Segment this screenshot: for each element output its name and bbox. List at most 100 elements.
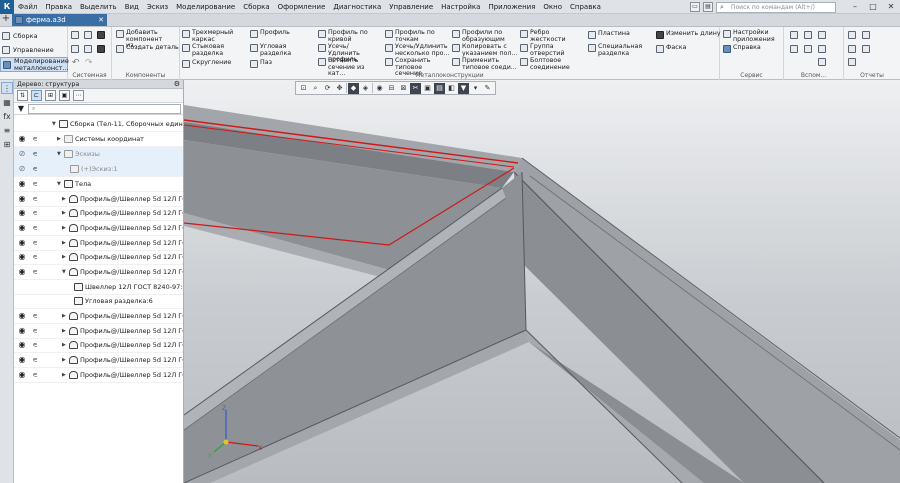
new-document-icon[interactable] bbox=[71, 31, 79, 39]
tab-close-icon[interactable]: ✕ bbox=[98, 14, 104, 26]
exclude-icon[interactable]: ∊ bbox=[31, 150, 39, 158]
tree-row-profile[interactable]: ◉ ∊ ▶ Профиль@/Швеллер 5d 12Л ГОС bbox=[14, 324, 183, 339]
document-tab[interactable]: ферма.a3d ✕ bbox=[12, 14, 107, 26]
trim-multi-button[interactable]: Усечь/Удлинить несколько про... bbox=[385, 43, 451, 57]
perspective-icon[interactable]: ⊠ bbox=[398, 83, 409, 94]
save-all-icon[interactable] bbox=[97, 45, 105, 53]
window-tile-icon[interactable]: ▭ bbox=[690, 2, 700, 12]
menu-applications[interactable]: Приложения bbox=[484, 0, 539, 14]
maximize-button[interactable]: □ bbox=[864, 0, 882, 14]
tree-row-profile[interactable]: ◉ ∊ ▶ Профиль@/Швеллер 5d 12Л ГОС bbox=[14, 192, 183, 207]
window-layout-icon[interactable]: ▤ bbox=[703, 2, 713, 12]
open-folder-icon[interactable] bbox=[84, 31, 92, 39]
tree-row-sketch-1[interactable]: ⊘ ∊ (+)Эскиз:1 bbox=[14, 162, 183, 177]
expand-arrow-icon[interactable]: ▶ bbox=[62, 210, 67, 216]
hole-group-button[interactable]: Группа отверстий bbox=[520, 43, 572, 57]
corner-joint-button[interactable]: Угловая разделка bbox=[250, 43, 298, 57]
hidden-eye-icon[interactable]: ⊘ bbox=[17, 164, 27, 173]
structure-icon[interactable]: ⊞ bbox=[1, 138, 13, 150]
visibility-eye-icon[interactable]: ◉ bbox=[17, 326, 27, 335]
exclude-icon[interactable]: ∊ bbox=[31, 165, 39, 173]
exclude-icon[interactable]: ∊ bbox=[31, 356, 39, 364]
menu-assembly[interactable]: Сборка bbox=[239, 0, 273, 14]
profiles-generators-button[interactable]: Профили по образующим bbox=[452, 29, 512, 43]
tree-row-profile[interactable]: ◉ ∊ ▶ Профиль@/Швеллер 5d 12Л ГОС bbox=[14, 250, 183, 265]
tree-row-channel[interactable]: Швеллер 12Л ГОСТ 8240-97:6 bbox=[14, 280, 183, 295]
menu-diagnostics[interactable]: Диагностика bbox=[329, 0, 385, 14]
mode-assembly-button[interactable]: Сборка bbox=[0, 30, 68, 42]
aux-tool-3-icon[interactable] bbox=[818, 31, 826, 39]
tree-row-profile[interactable]: ◉ ∊ ▶ Профиль@/Швеллер 5d 12Л ГОС bbox=[14, 221, 183, 236]
expand-arrow-icon[interactable]: ▶ bbox=[62, 313, 67, 319]
trim-view-icon[interactable]: ✂ bbox=[410, 82, 421, 94]
exclude-icon[interactable]: ∊ bbox=[31, 312, 39, 320]
tree-row-sketches[interactable]: ⊘ ∊ ▼ Эскизы bbox=[14, 147, 183, 162]
menu-modeling[interactable]: Моделирование bbox=[172, 0, 239, 14]
color-picker-icon[interactable]: ✎ bbox=[482, 83, 493, 94]
menu-sketch[interactable]: Эскиз bbox=[143, 0, 172, 14]
shading-icon[interactable]: ◧ bbox=[446, 83, 457, 94]
layers-icon[interactable]: ≡ bbox=[1, 124, 13, 136]
tree-row-profile[interactable]: ◉ ∊ ▶ Профиль@/Швеллер 5d 12Л ГОС bbox=[14, 338, 183, 353]
profile-curve-button[interactable]: Профиль по кривой bbox=[318, 29, 374, 43]
tree-view-hierarchy-icon[interactable]: ⊞ bbox=[45, 90, 56, 101]
hidden-edges-icon[interactable]: ▤ bbox=[434, 82, 445, 94]
section-icon[interactable]: ⊟ bbox=[386, 83, 397, 94]
print-icon[interactable] bbox=[71, 45, 79, 53]
expand-arrow-icon[interactable]: ▶ bbox=[57, 136, 62, 142]
filter-funnel-icon[interactable]: ▼ bbox=[14, 104, 28, 113]
menu-help[interactable]: Справка bbox=[566, 0, 605, 14]
profile-button[interactable]: Профиль bbox=[250, 29, 290, 38]
visibility-eye-icon[interactable]: ◉ bbox=[17, 267, 27, 276]
pan-icon[interactable]: ✥ bbox=[334, 83, 345, 94]
expand-arrow-icon[interactable]: ▼ bbox=[62, 269, 67, 275]
apply-joint-button[interactable]: Применить типовое соеди... bbox=[452, 57, 518, 71]
menu-window[interactable]: Окно bbox=[539, 0, 566, 14]
report-2-icon[interactable] bbox=[862, 31, 870, 39]
exclude-icon[interactable]: ∊ bbox=[31, 268, 39, 276]
show-all-icon[interactable]: ▣ bbox=[422, 83, 433, 94]
expand-arrow-icon[interactable]: ▼ bbox=[57, 181, 62, 187]
exclude-icon[interactable]: ∊ bbox=[31, 135, 39, 143]
visibility-eye-icon[interactable]: ◉ bbox=[17, 223, 27, 232]
frame-3d-button[interactable]: Трехмерный каркас bbox=[182, 29, 236, 43]
mode-management-button[interactable]: Управление bbox=[0, 44, 68, 56]
zoom-fit-icon[interactable]: ⊡ bbox=[298, 83, 309, 94]
expand-arrow-icon[interactable]: ▶ bbox=[62, 196, 67, 202]
undo-icon[interactable]: ↶ bbox=[72, 58, 80, 68]
menu-select[interactable]: Выделить bbox=[76, 0, 121, 14]
aux-tool-6-icon[interactable] bbox=[818, 45, 826, 53]
tree-panel-icon[interactable]: ⋮ bbox=[1, 82, 13, 94]
slot-button[interactable]: Паз bbox=[250, 59, 272, 68]
exclude-icon[interactable]: ∊ bbox=[31, 209, 39, 217]
expand-arrow-icon[interactable]: ▶ bbox=[62, 328, 67, 334]
tree-row-corner-joint[interactable]: Угловая разделка:6 bbox=[14, 294, 183, 309]
exclude-icon[interactable]: ∊ bbox=[31, 371, 39, 379]
view-eye-icon[interactable]: ◉ bbox=[374, 83, 385, 94]
display-mode-icon[interactable]: ◈ bbox=[360, 83, 371, 94]
tree-view-filter-icon[interactable]: ▣ bbox=[59, 90, 70, 101]
visibility-eye-icon[interactable]: ◉ bbox=[17, 311, 27, 320]
profile-points-button[interactable]: Профиль по точкам bbox=[385, 29, 441, 43]
filter-dropdown-icon[interactable]: ▾ bbox=[470, 83, 481, 94]
aux-tool-4-icon[interactable] bbox=[790, 45, 798, 53]
menu-view[interactable]: Вид bbox=[121, 0, 143, 14]
menu-settings[interactable]: Настройка bbox=[437, 0, 484, 14]
aux-tool-1-icon[interactable] bbox=[790, 31, 798, 39]
save-icon[interactable] bbox=[97, 31, 105, 39]
redo-icon[interactable]: ↷ bbox=[85, 58, 93, 68]
exclude-icon[interactable]: ∊ bbox=[31, 195, 39, 203]
aux-tool-5-icon[interactable] bbox=[804, 45, 812, 53]
expand-arrow-icon[interactable]: ▼ bbox=[57, 151, 62, 157]
command-search-input[interactable]: ⌕ Поиск по командам (Alt+/) bbox=[716, 1, 836, 13]
visibility-eye-icon[interactable]: ◉ bbox=[17, 340, 27, 349]
tree-search-input[interactable]: ⌕ bbox=[28, 103, 181, 114]
rotate-icon[interactable]: ⟳ bbox=[322, 83, 333, 94]
expand-arrow-icon[interactable]: ▶ bbox=[62, 372, 67, 378]
visibility-eye-icon[interactable]: ◉ bbox=[17, 238, 27, 247]
expand-arrow-icon[interactable]: ▶ bbox=[62, 342, 67, 348]
visibility-eye-icon[interactable]: ◉ bbox=[17, 208, 27, 217]
exclude-icon[interactable]: ∊ bbox=[31, 341, 39, 349]
tree-row-profile-expanded[interactable]: ◉ ∊ ▼ Профиль@/Швеллер 5d 12Л ГОС bbox=[14, 265, 183, 280]
aux-tool-7-icon[interactable] bbox=[818, 58, 826, 66]
